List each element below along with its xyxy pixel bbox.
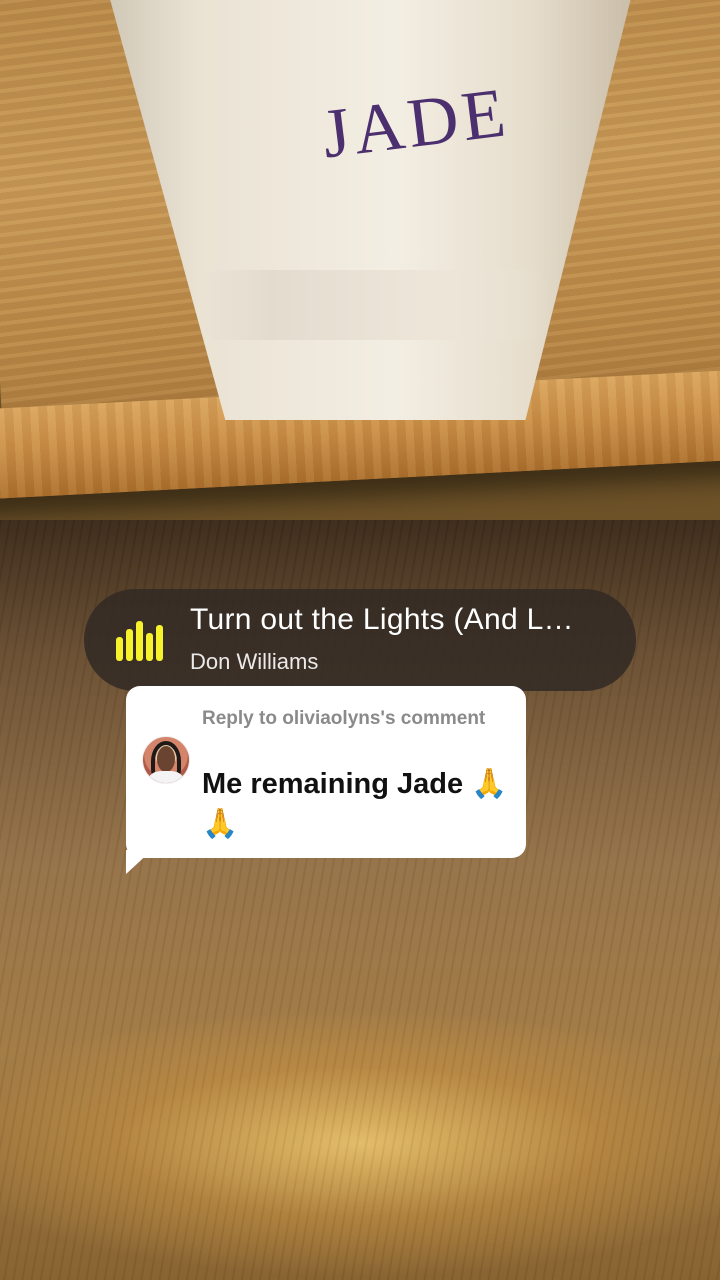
user-avatar[interactable] — [142, 736, 190, 784]
song-artist: Don Williams — [190, 649, 319, 674]
reply-to-label: Reply to oliviaolyns's comment — [202, 708, 486, 729]
music-sticker[interactable]: Turn out the Lights (And L… Don Williams — [84, 589, 636, 691]
avatar-face — [157, 746, 175, 772]
comment-text: Me remaining Jade 🙏🙏 — [202, 768, 508, 840]
song-title: Turn out the Lights (And L… — [190, 603, 574, 636]
sound-bars-icon — [116, 621, 172, 661]
cup-sleeve — [200, 270, 550, 340]
avatar-shirt — [149, 771, 183, 783]
reply-comment-bubble[interactable]: Reply to oliviaolyns's comment Me remain… — [126, 686, 526, 858]
bubble-tail — [126, 850, 152, 874]
